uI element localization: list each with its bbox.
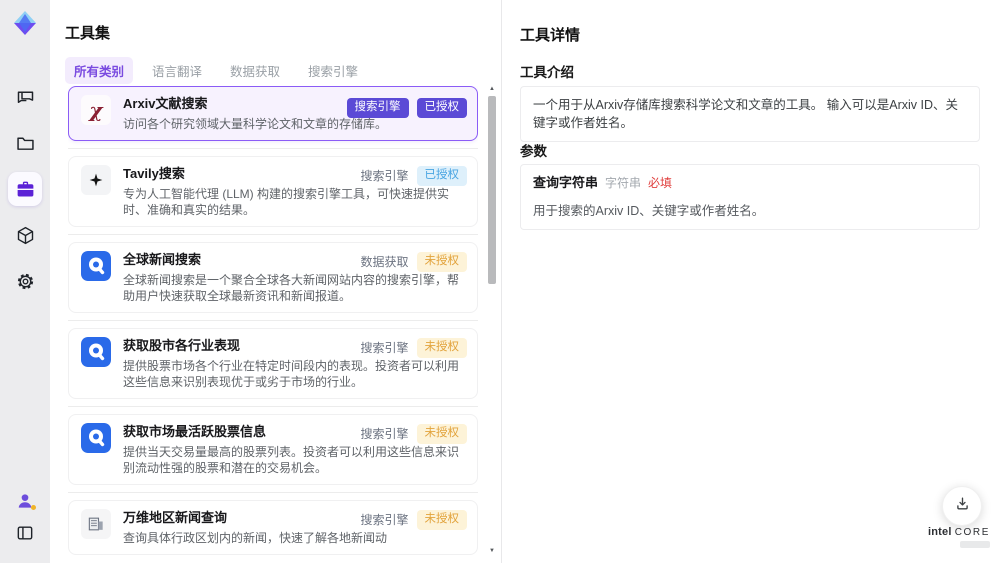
category-badge: 数据获取 (360, 255, 409, 270)
scrollbar-thumb[interactable] (488, 96, 496, 284)
tab-language-translation[interactable]: 语言翻译 (143, 57, 211, 84)
param-required-badge: 必填 (648, 176, 673, 190)
arxiv-icon: χ (81, 95, 111, 125)
param-head: 查询字符串 字符串 必填 (533, 174, 967, 193)
category-tabs: 所有类别 语言翻译 数据获取 搜索引擎 (65, 57, 367, 84)
tab-data-fetch[interactable]: 数据获取 (221, 57, 289, 84)
param-box: 查询字符串 字符串 必填 用于搜索的Arxiv ID、关键字或作者姓名。 (520, 164, 980, 230)
sidebar-item-panel-toggle[interactable] (8, 516, 42, 550)
tool-badges: 数据获取 未授权 (360, 252, 467, 272)
tab-search-engine[interactable]: 搜索引擎 (299, 57, 367, 84)
auth-status-badge: 已授权 (416, 98, 467, 118)
param-type: 字符串 (605, 176, 642, 190)
intel-core-sub-mark (960, 541, 990, 548)
sidebar-item-files[interactable] (8, 126, 42, 160)
tool-description: 专为人工智能代理 (LLM) 构建的搜索引擎工具，可快速提供实时、准确和真实的结… (123, 187, 450, 217)
page-title: 工具集 (65, 25, 111, 42)
category-badge: 搜索引擎 (360, 169, 409, 184)
list-divider (68, 148, 478, 149)
list-divider (68, 234, 478, 235)
tool-description: 提供当天交易量最高的股票列表。投资者可以利用这些信息来识别流动性强的股票和潜在的… (123, 445, 460, 475)
sidebar-item-chat[interactable] (8, 80, 42, 114)
auth-status-badge: 未授权 (416, 424, 467, 444)
user-icon (15, 491, 36, 511)
category-badge: 搜索引擎 (346, 98, 409, 118)
tool-badges: 搜索引擎 已授权 (346, 98, 467, 118)
core-word: core (954, 527, 990, 538)
tool-badges: 搜索引擎 未授权 (360, 510, 467, 530)
app-window: 工具集 所有类别 语言翻译 数据获取 搜索引擎 χ Arxiv文献搜索 访问各个… (0, 0, 1000, 563)
params-heading: 参数 (520, 144, 547, 159)
param-description: 用于搜索的Arxiv ID、关键字或作者姓名。 (533, 203, 765, 218)
sidebar-item-packages[interactable] (8, 218, 42, 252)
intro-heading: 工具介绍 (520, 65, 574, 80)
app-logo-icon[interactable] (9, 8, 41, 40)
tool-card-arxiv[interactable]: χ Arxiv文献搜索 访问各个研究领域大量科学论文和文章的存储库。 搜索引擎 … (68, 86, 478, 141)
tool-card-regional-news[interactable]: 万维地区新闻查询 查询具体行政区划内的新闻，快速了解各地新闻动 搜索引擎 未授权 (68, 500, 478, 555)
tool-description: 全球新闻搜索是一个聚合全球各大新闻网站内容的搜索引擎，帮助用户快速获取全球最新资… (123, 273, 460, 303)
detail-title: 工具详情 (520, 27, 581, 44)
quark-search-icon (81, 251, 111, 281)
panel-toggle-icon (15, 523, 35, 543)
tool-card-tavily[interactable]: Tavily搜索 专为人工智能代理 (LLM) 构建的搜索引擎工具，可快速提供实… (68, 156, 478, 227)
list-divider (68, 492, 478, 493)
tool-list-panel: 工具集 所有类别 语言翻译 数据获取 搜索引擎 χ Arxiv文献搜索 访问各个… (50, 0, 502, 563)
auth-status-badge: 未授权 (416, 252, 467, 272)
tool-description: 访问各个研究领域大量科学论文和文章的存储库。 (123, 117, 388, 131)
tool-badges: 搜索引擎 未授权 (360, 338, 467, 358)
intel-core-logo: intel core (924, 526, 994, 548)
cube-icon (15, 225, 36, 246)
list-scrollbar: ▲ ▼ (487, 84, 497, 556)
user-status-dot (31, 505, 36, 510)
tool-card-active-stocks[interactable]: 获取市场最活跃股票信息 提供当天交易量最高的股票列表。投资者可以利用这些信息来识… (68, 414, 478, 485)
list-divider (68, 320, 478, 321)
tool-badges: 搜索引擎 未授权 (360, 424, 467, 444)
sparkle-icon (81, 165, 111, 195)
tool-list: χ Arxiv文献搜索 访问各个研究领域大量科学论文和文章的存储库。 搜索引擎 … (68, 86, 478, 563)
intro-box: 一个用于从Arxiv存储库搜索科学论文和文章的工具。 输入可以是Arxiv ID… (520, 86, 980, 143)
news-icon (81, 509, 111, 539)
auth-status-badge: 已授权 (416, 166, 467, 186)
scroll-down-icon[interactable]: ▼ (487, 546, 497, 556)
category-badge: 搜索引擎 (360, 513, 409, 528)
category-badge: 搜索引擎 (360, 427, 409, 442)
briefcase-icon (15, 179, 36, 200)
auth-status-badge: 未授权 (416, 338, 467, 358)
tool-detail-panel: 工具详情 工具介绍 一个用于从Arxiv存储库搜索科学论文和文章的工具。 输入可… (502, 0, 1000, 563)
sidebar (0, 0, 50, 563)
tool-card-global-news[interactable]: 全球新闻搜索 全球新闻搜索是一个聚合全球各大新闻网站内容的搜索引擎，帮助用户快速… (68, 242, 478, 313)
auth-status-badge: 未授权 (416, 510, 467, 530)
tool-description: 查询具体行政区划内的新闻，快速了解各地新闻动 (123, 531, 388, 545)
param-name: 查询字符串 (533, 175, 599, 190)
sidebar-item-tools[interactable] (8, 172, 42, 206)
sidebar-item-account[interactable] (8, 484, 42, 518)
quark-search-icon (81, 337, 111, 367)
sidebar-item-settings[interactable] (8, 264, 42, 298)
quark-search-icon (81, 423, 111, 453)
intel-word: intel (928, 526, 952, 538)
list-divider (68, 406, 478, 407)
download-button[interactable] (942, 486, 982, 526)
tool-card-stock-sector[interactable]: 获取股市各行业表现 提供股票市场各个行业在特定时间段内的表现。投资者可以利用这些… (68, 328, 478, 399)
category-badge: 搜索引擎 (360, 341, 409, 356)
intel-core-wordmark: intel core (924, 526, 994, 538)
download-icon (954, 495, 971, 517)
chat-icon (15, 87, 36, 108)
tab-all-categories[interactable]: 所有类别 (65, 57, 134, 84)
gear-icon (15, 271, 36, 292)
scroll-up-icon[interactable]: ▲ (487, 84, 497, 94)
tool-badges: 搜索引擎 已授权 (360, 166, 467, 186)
folder-icon (15, 133, 36, 154)
tool-description: 提供股票市场各个行业在特定时间段内的表现。投资者可以利用这些信息来识别表现优于或… (123, 359, 460, 389)
